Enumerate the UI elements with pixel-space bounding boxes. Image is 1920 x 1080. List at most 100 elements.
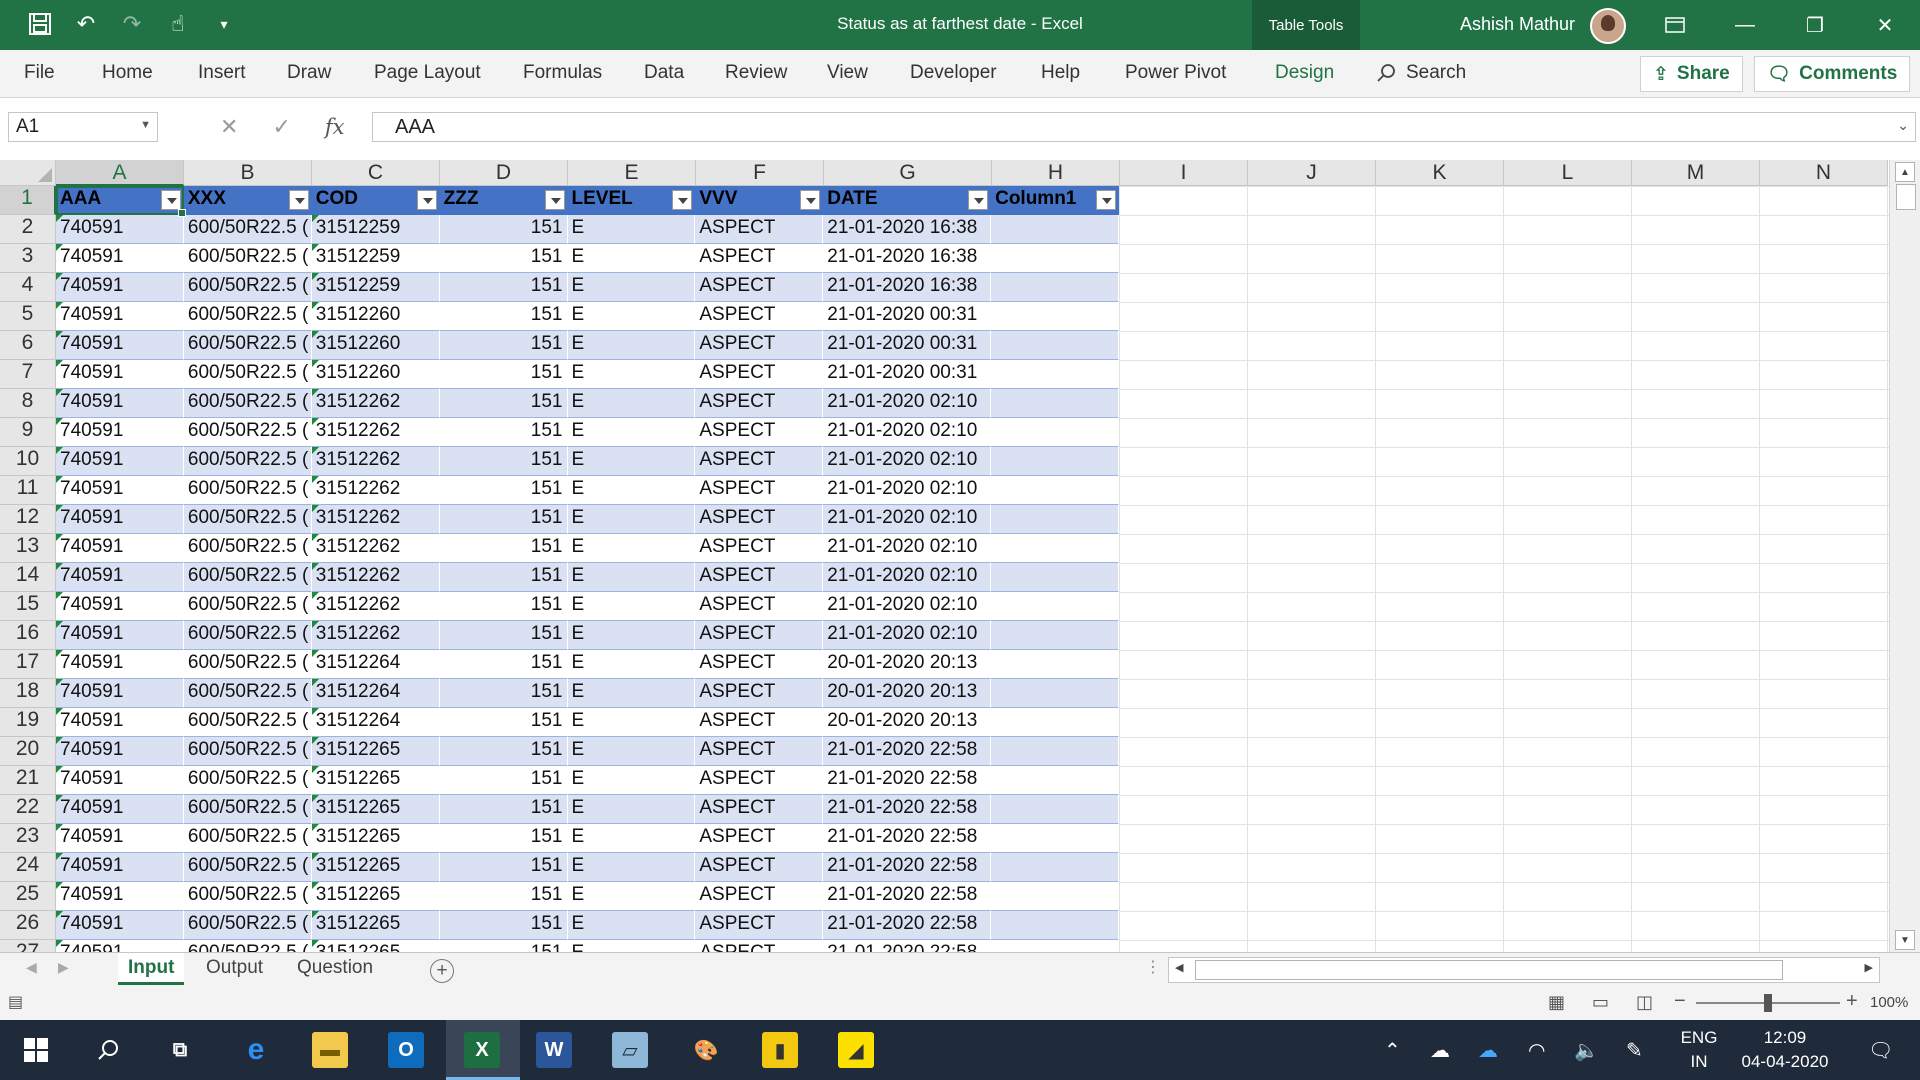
notepad-icon[interactable]: ▱ (612, 1032, 648, 1068)
tab-view[interactable]: View (827, 62, 868, 84)
table-cell[interactable]: 31512265 (311, 853, 440, 882)
table-cell[interactable]: 21-01-2020 02:10 (823, 389, 992, 418)
row-header[interactable]: 12 (0, 505, 56, 534)
table-cell[interactable] (991, 244, 1119, 273)
macro-record-icon[interactable]: ▤ (8, 992, 23, 1012)
word-icon[interactable]: W (536, 1032, 572, 1068)
file-explorer-icon[interactable]: ▬ (312, 1032, 348, 1068)
table-cell[interactable]: E (567, 708, 696, 737)
table-cell[interactable] (991, 795, 1119, 824)
table-cell[interactable]: E (567, 592, 696, 621)
row-header[interactable]: 8 (0, 389, 56, 418)
table-cell[interactable]: 21-01-2020 02:10 (823, 418, 992, 447)
tab-review[interactable]: Review (725, 62, 787, 84)
notifications-icon[interactable]: 🗨 (1868, 1038, 1893, 1063)
table-cell[interactable]: 151 (439, 940, 568, 952)
table-cell[interactable]: 740591 (56, 911, 184, 940)
column-header-k[interactable]: K (1376, 160, 1504, 186)
table-cell[interactable] (991, 476, 1119, 505)
table-cell[interactable]: 31512260 (311, 331, 440, 360)
column-header-g[interactable]: G (824, 160, 992, 186)
scroll-sheets-left-icon[interactable]: ◀ (26, 959, 37, 976)
row-header[interactable]: 9 (0, 418, 56, 447)
table-cell[interactable]: 31512262 (311, 476, 440, 505)
table-cell[interactable] (991, 360, 1119, 389)
table-cell[interactable]: 31512262 (311, 534, 440, 563)
table-cell[interactable]: 151 (439, 534, 568, 563)
wifi-icon[interactable]: ◠ (1528, 1038, 1545, 1063)
table-cell[interactable]: 31512265 (311, 940, 440, 952)
table-cell[interactable]: 600/50R22.5 ( (183, 940, 312, 952)
chevron-down-icon[interactable]: ▼ (140, 119, 151, 131)
table-header-cell[interactable]: LEVEL (567, 186, 696, 215)
table-cell[interactable]: 31512259 (311, 273, 440, 302)
table-cell[interactable]: 600/50R22.5 ( (183, 679, 312, 708)
task-view-icon[interactable]: ⧉ (162, 1032, 198, 1068)
table-header-cell[interactable]: COD (311, 186, 440, 215)
table-cell[interactable]: 31512265 (311, 824, 440, 853)
row-header[interactable]: 2 (0, 215, 56, 244)
scroll-down-icon[interactable]: ▼ (1895, 930, 1915, 950)
row-header[interactable]: 26 (0, 911, 56, 940)
table-cell[interactable] (991, 940, 1119, 952)
row-header[interactable]: 23 (0, 824, 56, 853)
table-header-cell[interactable]: XXX (183, 186, 312, 215)
table-cell[interactable]: 600/50R22.5 ( (183, 447, 312, 476)
power-bi-icon[interactable]: ▮ (762, 1032, 798, 1068)
restore-icon[interactable]: ❐ (1792, 0, 1838, 50)
table-cell[interactable] (991, 853, 1119, 882)
table-cell[interactable]: 740591 (56, 766, 184, 795)
table-cell[interactable]: 740591 (56, 563, 184, 592)
table-cell[interactable]: 21-01-2020 00:31 (823, 331, 992, 360)
table-cell[interactable]: E (567, 534, 696, 563)
table-cell[interactable]: 20-01-2020 20:13 (823, 679, 992, 708)
table-cell[interactable]: 600/50R22.5 ( (183, 621, 312, 650)
table-cell[interactable]: ASPECT (695, 302, 824, 331)
table-cell[interactable]: 31512264 (311, 679, 440, 708)
table-cell[interactable]: 151 (439, 563, 568, 592)
table-cell[interactable]: 740591 (56, 737, 184, 766)
vertical-scrollbar[interactable]: ▲ ▼ (1889, 160, 1920, 952)
table-cell[interactable]: 31512260 (311, 302, 440, 331)
table-cell[interactable]: 740591 (56, 447, 184, 476)
table-cell[interactable]: ASPECT (695, 882, 824, 911)
table-cell[interactable]: E (567, 215, 696, 244)
table-cell[interactable]: ASPECT (695, 534, 824, 563)
table-cell[interactable]: 151 (439, 824, 568, 853)
tab-power-pivot[interactable]: Power Pivot (1125, 62, 1226, 84)
table-cell[interactable]: 740591 (56, 795, 184, 824)
tab-help[interactable]: Help (1041, 62, 1080, 84)
table-cell[interactable]: ASPECT (695, 795, 824, 824)
table-cell[interactable]: ASPECT (695, 824, 824, 853)
row-header[interactable]: 4 (0, 273, 56, 302)
table-header-cell[interactable]: Column1 (991, 186, 1119, 215)
show-hidden-icons-icon[interactable]: ⌃ (1384, 1038, 1401, 1063)
volume-icon[interactable]: 🔈 (1574, 1038, 1599, 1063)
filter-dropdown-icon[interactable] (1095, 190, 1116, 210)
table-cell[interactable]: 21-01-2020 16:38 (823, 215, 992, 244)
row-header[interactable]: 19 (0, 708, 56, 737)
table-cell[interactable]: 151 (439, 505, 568, 534)
user-name[interactable]: Ashish Mathur (1460, 14, 1575, 35)
tab-draw[interactable]: Draw (287, 62, 331, 84)
row-header[interactable]: 6 (0, 331, 56, 360)
table-cell[interactable]: 31512264 (311, 708, 440, 737)
expand-formula-icon[interactable]: ⌄ (1897, 117, 1909, 134)
table-cell[interactable] (991, 534, 1119, 563)
tab-insert[interactable]: Insert (198, 62, 246, 84)
table-cell[interactable]: E (567, 418, 696, 447)
table-cell[interactable]: ASPECT (695, 418, 824, 447)
row-header[interactable]: 16 (0, 621, 56, 650)
table-cell[interactable]: ASPECT (695, 940, 824, 952)
page-break-view-icon[interactable]: ◫ (1636, 992, 1653, 1013)
scroll-right-icon[interactable]: ▶ (1865, 961, 1873, 974)
table-cell[interactable]: ASPECT (695, 737, 824, 766)
enter-icon[interactable]: ✓ (272, 114, 290, 140)
table-cell[interactable]: E (567, 273, 696, 302)
table-cell[interactable]: 21-01-2020 22:58 (823, 853, 992, 882)
row-header[interactable]: 21 (0, 766, 56, 795)
row-header[interactable]: 14 (0, 563, 56, 592)
table-cell[interactable]: 740591 (56, 592, 184, 621)
tab-file[interactable]: File (24, 62, 55, 84)
table-cell[interactable]: 151 (439, 911, 568, 940)
